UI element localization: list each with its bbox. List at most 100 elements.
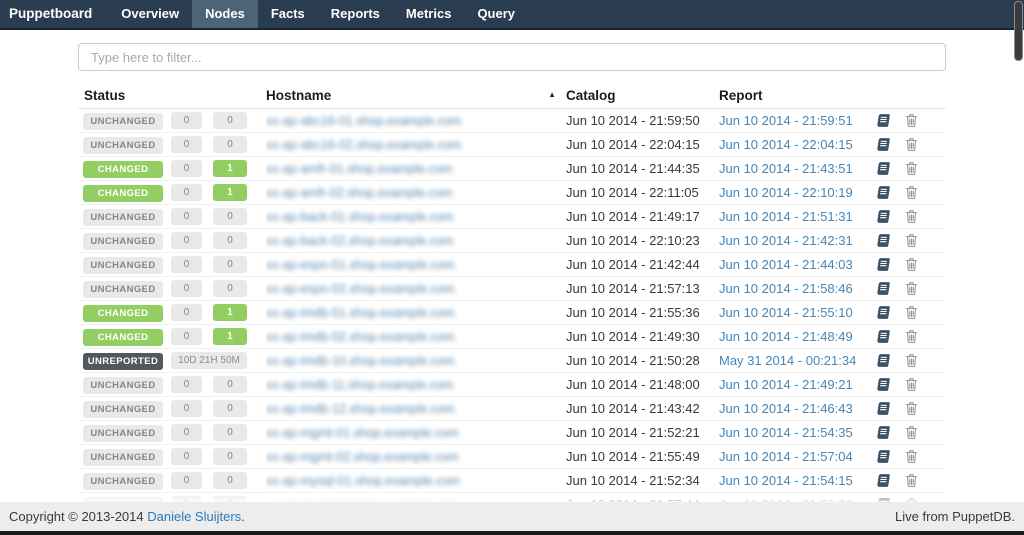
hostname-link[interactable]: xx-ap-amfr-02.shop.example.com bbox=[266, 186, 452, 200]
delete-node-icon[interactable] bbox=[904, 233, 919, 248]
report-link[interactable]: Jun 10 2014 - 21:54:35 bbox=[719, 425, 853, 440]
report-log-icon[interactable] bbox=[876, 401, 891, 416]
hostname-link[interactable]: xx-ap-espn-02.shop.example.com bbox=[266, 282, 454, 296]
report-log-icon[interactable] bbox=[876, 137, 891, 152]
delete-node-icon[interactable] bbox=[904, 161, 919, 176]
hostname-link[interactable]: xx-ap-back-01.shop.example.com bbox=[266, 210, 454, 224]
hostname-link[interactable]: xx-ap-imdb-01.shop.example.com bbox=[266, 306, 454, 320]
top-nav-bar: Puppetboard OverviewNodesFactsReportsMet… bbox=[0, 0, 1024, 30]
nav-tab-query[interactable]: Query bbox=[464, 0, 528, 28]
report-log-icon[interactable] bbox=[876, 113, 891, 128]
delete-node-icon[interactable] bbox=[904, 377, 919, 392]
count-cells: 10D 21H 50M bbox=[171, 352, 266, 369]
delete-node-icon[interactable] bbox=[904, 137, 919, 152]
delete-node-icon[interactable] bbox=[904, 329, 919, 344]
failed-count-badge: 0 bbox=[171, 112, 202, 129]
status-badge: CHANGED bbox=[83, 185, 163, 202]
report-link[interactable]: Jun 10 2014 - 21:59:51 bbox=[719, 113, 853, 128]
report-link[interactable]: Jun 10 2014 - 21:57:04 bbox=[719, 449, 853, 464]
report-log-icon[interactable] bbox=[876, 233, 891, 248]
scrollbar-thumb[interactable] bbox=[1014, 1, 1023, 61]
nav-tab-nodes[interactable]: Nodes bbox=[192, 0, 258, 28]
hostname-link[interactable]: xx-ap-imdb-10.shop.example.com bbox=[266, 354, 454, 368]
report-link[interactable]: May 31 2014 - 00:21:34 bbox=[719, 353, 856, 368]
failed-count-badge: 0 bbox=[171, 448, 202, 465]
nav-tab-metrics[interactable]: Metrics bbox=[393, 0, 465, 28]
table-row: UNCHANGED 0 0 xx-ap-back-01.shop.example… bbox=[78, 205, 946, 229]
report-log-icon[interactable] bbox=[876, 353, 891, 368]
report-link[interactable]: Jun 10 2014 - 21:54:15 bbox=[719, 473, 853, 488]
report-link[interactable]: Jun 10 2014 - 21:58:46 bbox=[719, 281, 853, 296]
report-link[interactable]: Jun 10 2014 - 21:44:03 bbox=[719, 257, 853, 272]
column-header-hostname[interactable]: Hostname ▲ bbox=[266, 88, 566, 103]
report-link[interactable]: Jun 10 2014 - 22:04:15 bbox=[719, 137, 853, 152]
delete-node-icon[interactable] bbox=[904, 353, 919, 368]
report-log-icon[interactable] bbox=[876, 329, 891, 344]
nav-tab-facts[interactable]: Facts bbox=[258, 0, 318, 28]
table-row: UNCHANGED 0 0 xx-ap-mysql-01.shop.exampl… bbox=[78, 469, 946, 493]
report-log-icon[interactable] bbox=[876, 425, 891, 440]
nav-tab-overview[interactable]: Overview bbox=[108, 0, 192, 28]
status-badge: UNCHANGED bbox=[83, 281, 163, 298]
delete-node-icon[interactable] bbox=[904, 425, 919, 440]
nav-tab-reports[interactable]: Reports bbox=[318, 0, 393, 28]
report-log-icon[interactable] bbox=[876, 209, 891, 224]
report-link[interactable]: Jun 10 2014 - 21:42:31 bbox=[719, 233, 853, 248]
copyright-period: . bbox=[241, 509, 245, 524]
hostname-link[interactable]: xx-ap-mgmt-01.shop.example.com bbox=[266, 426, 458, 440]
hostname-link[interactable]: xx-ap-abc16-02.shop.example.com bbox=[266, 138, 461, 152]
sort-ascending-icon: ▲ bbox=[548, 90, 556, 99]
report-log-icon[interactable] bbox=[876, 449, 891, 464]
delete-node-icon[interactable] bbox=[904, 305, 919, 320]
column-header-status[interactable]: Status bbox=[78, 88, 266, 103]
report-link[interactable]: Jun 10 2014 - 21:51:31 bbox=[719, 209, 853, 224]
delete-node-icon[interactable] bbox=[904, 209, 919, 224]
nodes-table-body: UNCHANGED 0 0 xx-ap-abc16-01.shop.exampl… bbox=[78, 109, 946, 504]
brand-link[interactable]: Puppetboard bbox=[0, 0, 102, 28]
failed-count-badge: 0 bbox=[171, 232, 202, 249]
report-log-icon[interactable] bbox=[876, 377, 891, 392]
hostname-link[interactable]: xx-ap-amfr-01.shop.example.com bbox=[266, 162, 452, 176]
hostname-link[interactable]: xx-ap-back-02.shop.example.com bbox=[266, 234, 454, 248]
column-header-report[interactable]: Report bbox=[719, 88, 946, 103]
failed-count-badge: 0 bbox=[171, 304, 202, 321]
report-log-icon[interactable] bbox=[876, 473, 891, 488]
delete-node-icon[interactable] bbox=[904, 449, 919, 464]
report-log-icon[interactable] bbox=[876, 161, 891, 176]
report-log-icon[interactable] bbox=[876, 185, 891, 200]
report-log-icon[interactable] bbox=[876, 257, 891, 272]
hostname-link[interactable]: xx-ap-imdb-11.shop.example.com bbox=[266, 378, 453, 392]
failed-count-badge: 0 bbox=[171, 400, 202, 417]
copyright-text: Copyright © 2013-2014 Daniele Sluijters. bbox=[9, 509, 245, 524]
report-link[interactable]: Jun 10 2014 - 21:43:51 bbox=[719, 161, 853, 176]
count-cells: 0 0 bbox=[171, 208, 266, 225]
column-header-catalog[interactable]: Catalog bbox=[566, 88, 719, 103]
report-log-icon[interactable] bbox=[876, 281, 891, 296]
catalog-timestamp: Jun 10 2014 - 21:57:13 bbox=[566, 281, 719, 296]
hostname-link[interactable]: xx-ap-mgmt-02.shop.example.com bbox=[266, 450, 458, 464]
report-link[interactable]: Jun 10 2014 - 21:55:10 bbox=[719, 305, 853, 320]
delete-node-icon[interactable] bbox=[904, 401, 919, 416]
changed-count-badge: 0 bbox=[213, 448, 247, 465]
report-link[interactable]: Jun 10 2014 - 22:10:19 bbox=[719, 185, 853, 200]
hostname-link[interactable]: xx-ap-espn-01.shop.example.com bbox=[266, 258, 454, 272]
catalog-timestamp: Jun 10 2014 - 21:55:36 bbox=[566, 305, 719, 320]
report-log-icon[interactable] bbox=[876, 305, 891, 320]
hostname-link[interactable]: xx-ap-imdb-02.shop.example.com bbox=[266, 330, 454, 344]
hostname-link[interactable]: xx-ap-imdb-12.shop.example.com bbox=[266, 402, 454, 416]
delete-node-icon[interactable] bbox=[904, 113, 919, 128]
delete-node-icon[interactable] bbox=[904, 473, 919, 488]
report-link[interactable]: Jun 10 2014 - 21:48:49 bbox=[719, 329, 853, 344]
report-link[interactable]: Jun 10 2014 - 21:46:43 bbox=[719, 401, 853, 416]
filter-input[interactable] bbox=[78, 43, 946, 71]
count-cells: 0 0 bbox=[171, 136, 266, 153]
delete-node-icon[interactable] bbox=[904, 257, 919, 272]
count-cells: 0 1 bbox=[171, 304, 266, 321]
delete-node-icon[interactable] bbox=[904, 281, 919, 296]
report-link[interactable]: Jun 10 2014 - 21:49:21 bbox=[719, 377, 853, 392]
unreported-duration-badge: 10D 21H 50M bbox=[171, 352, 247, 369]
hostname-link[interactable]: xx-ap-mysql-01.shop.example.com bbox=[266, 474, 460, 488]
hostname-link[interactable]: xx-ap-abc16-01.shop.example.com bbox=[266, 114, 461, 128]
author-link[interactable]: Daniele Sluijters bbox=[147, 509, 241, 524]
delete-node-icon[interactable] bbox=[904, 185, 919, 200]
